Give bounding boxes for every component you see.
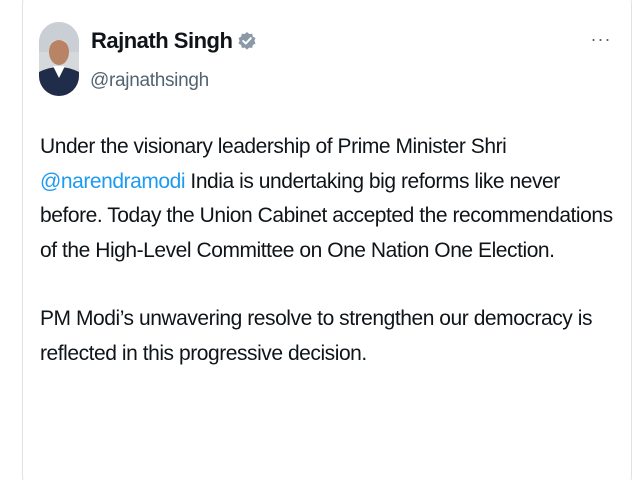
avatar[interactable] [39,22,79,96]
tweet-paragraph-2: PM Modi’s unwavering resolve to strength… [40,307,592,365]
tweet-text-segment: Under the visionary leadership of Prime … [40,135,507,158]
author-handle[interactable]: @rajnathsingh [90,70,209,92]
page: Rajnath Singh @rajnathsingh ··· Under th… [0,0,640,480]
verified-badge-icon [237,31,257,51]
tweet-text: Under the visionary leadership of Prime … [40,130,620,371]
author-name-row[interactable]: Rajnath Singh [91,28,257,54]
more-options-icon[interactable]: ··· [588,28,614,50]
author-name[interactable]: Rajnath Singh [91,28,233,54]
mention-link[interactable]: @narendramodi [40,170,185,193]
tweet-paragraph-1: Under the visionary leadership of Prime … [40,130,620,268]
